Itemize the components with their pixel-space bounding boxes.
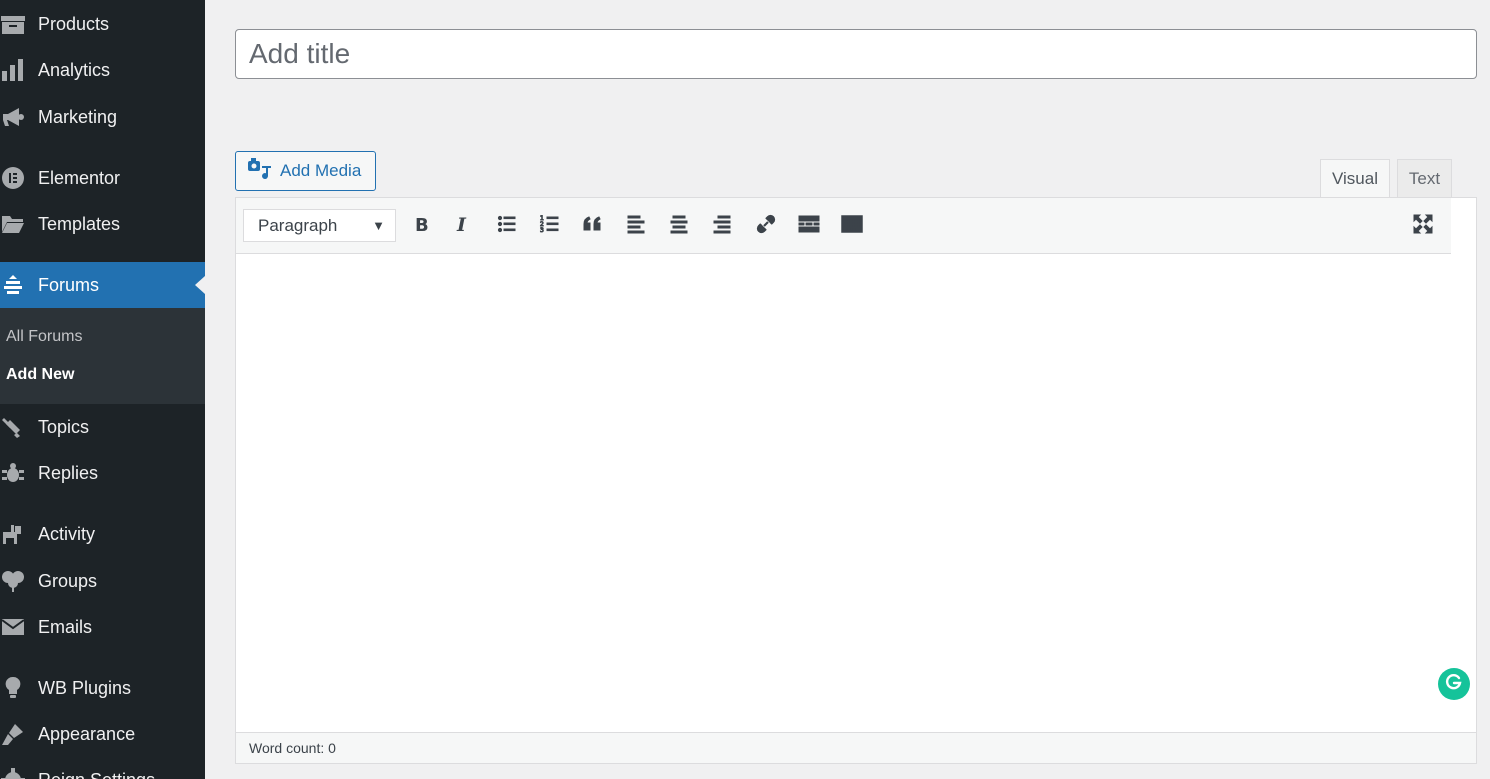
svg-text:3: 3 — [540, 227, 544, 234]
sidebar-item-emails[interactable]: Emails — [0, 604, 205, 650]
sidebar-item-label: Forums — [38, 274, 100, 295]
submenu-item-all-forums[interactable]: All Forums — [6, 328, 82, 346]
format-select[interactable]: Paragraph ▼ — [243, 209, 396, 242]
sidebar-item-wb-plugins[interactable]: WB Plugins — [0, 665, 205, 711]
format-select-value: Paragraph — [258, 215, 338, 235]
sidebar-item-label: Groups — [38, 570, 98, 591]
editor-content-area[interactable] — [236, 254, 1476, 732]
sidebar-item-label: Products — [38, 13, 110, 34]
fullscreen-button[interactable] — [1407, 210, 1439, 242]
submenu-item-add-new[interactable]: Add New — [6, 366, 74, 384]
title-input[interactable] — [235, 29, 1477, 79]
bar-chart-icon — [0, 58, 38, 82]
envelope-icon — [0, 615, 38, 639]
sidebar-item-label: Analytics — [38, 59, 111, 80]
bulleted-list-button[interactable] — [491, 210, 523, 242]
megaphone-icon — [0, 105, 38, 129]
svg-text:B: B — [415, 215, 429, 235]
sidebar-item-label: Emails — [38, 616, 93, 637]
folder-icon — [0, 212, 38, 236]
align-right-icon — [711, 213, 733, 240]
align-left-icon — [625, 213, 647, 240]
sidebar-item-elementor[interactable]: Elementor — [0, 155, 205, 201]
sidebar-item-label: Templates — [38, 213, 121, 234]
sidebar-item-groups[interactable]: Groups — [0, 558, 205, 604]
italic-icon: I — [452, 213, 474, 240]
sidebar-item-products[interactable]: Products — [0, 1, 205, 47]
sidebar-item-label: Topics — [38, 416, 90, 437]
sidebar-item-reign-settings[interactable]: Reign Settings — [0, 757, 205, 779]
sidebar-item-analytics[interactable]: Analytics — [0, 47, 205, 93]
bold-button[interactable]: B — [405, 210, 437, 242]
forums-icon — [0, 273, 38, 297]
read-more-button[interactable] — [793, 210, 825, 242]
tab-visual[interactable]: Visual — [1320, 159, 1390, 198]
italic-button[interactable]: I — [447, 210, 479, 242]
editor-statusbar: Word count: 0 — [236, 732, 1476, 763]
sidebar-item-label: Activity — [38, 523, 96, 544]
elementor-icon — [0, 166, 38, 190]
word-count: Word count: 0 — [249, 740, 336, 756]
add-media-label: Add Media — [280, 161, 362, 180]
blockquote-button[interactable] — [577, 210, 609, 242]
sidebar-item-label: Elementor — [38, 167, 121, 188]
align-center-icon — [668, 213, 690, 240]
sidebar-item-templates[interactable]: Templates — [0, 201, 205, 247]
bulleted-list-icon — [496, 213, 518, 240]
groups-icon — [0, 569, 38, 593]
replies-icon — [0, 461, 38, 485]
sidebar-item-label: Appearance — [38, 723, 136, 744]
archive-icon — [0, 12, 38, 36]
tab-text[interactable]: Text — [1397, 159, 1452, 198]
paintbrush-icon — [0, 722, 38, 746]
grammarly-button[interactable] — [1438, 668, 1470, 700]
svg-text:I: I — [456, 214, 467, 235]
editor-toolbar: Paragraph ▼ B I 123 — [236, 198, 1451, 254]
sidebar-item-label: WB Plugins — [38, 677, 132, 698]
grammarly-icon — [1444, 672, 1464, 697]
sidebar-item-label: Replies — [38, 462, 99, 483]
insert-link-button[interactable] — [750, 210, 782, 242]
read-more-icon — [798, 213, 820, 240]
add-media-button[interactable]: Add Media — [235, 151, 376, 191]
sidebar-item-forums[interactable]: Forums — [0, 262, 205, 308]
sidebar-item-marketing[interactable]: Marketing — [0, 94, 205, 140]
sidebar-item-activity[interactable]: Activity — [0, 511, 205, 557]
numbered-list-icon: 123 — [539, 213, 561, 240]
sidebar-item-appearance[interactable]: Appearance — [0, 711, 205, 757]
sidebar-item-label: Reign Settings — [38, 770, 155, 779]
keyboard-icon — [841, 213, 863, 240]
gear-icon — [0, 768, 38, 779]
toolbar-toggle-button[interactable] — [836, 210, 868, 242]
numbered-list-button[interactable]: 123 — [534, 210, 566, 242]
media-icon — [248, 157, 272, 185]
admin-sidebar: Products Analytics Marketing Elementor T… — [0, 0, 205, 779]
topics-icon — [0, 415, 38, 439]
activity-icon — [0, 522, 38, 546]
sidebar-item-topics[interactable]: Topics — [0, 404, 205, 450]
bold-icon: B — [410, 213, 432, 240]
quote-icon — [582, 213, 604, 240]
lightbulb-icon — [0, 676, 38, 700]
sidebar-item-label: Marketing — [38, 106, 118, 127]
link-icon — [755, 213, 777, 240]
caret-down-icon: ▼ — [372, 218, 385, 233]
align-left-button[interactable] — [620, 210, 652, 242]
fullscreen-icon — [1412, 213, 1434, 240]
align-right-button[interactable] — [706, 210, 738, 242]
content-editor: Paragraph ▼ B I 123 Word count: 0 — [235, 197, 1477, 764]
forums-submenu: All Forums Add New — [0, 308, 205, 404]
sidebar-item-replies[interactable]: Replies — [0, 450, 205, 496]
align-center-button[interactable] — [663, 210, 695, 242]
